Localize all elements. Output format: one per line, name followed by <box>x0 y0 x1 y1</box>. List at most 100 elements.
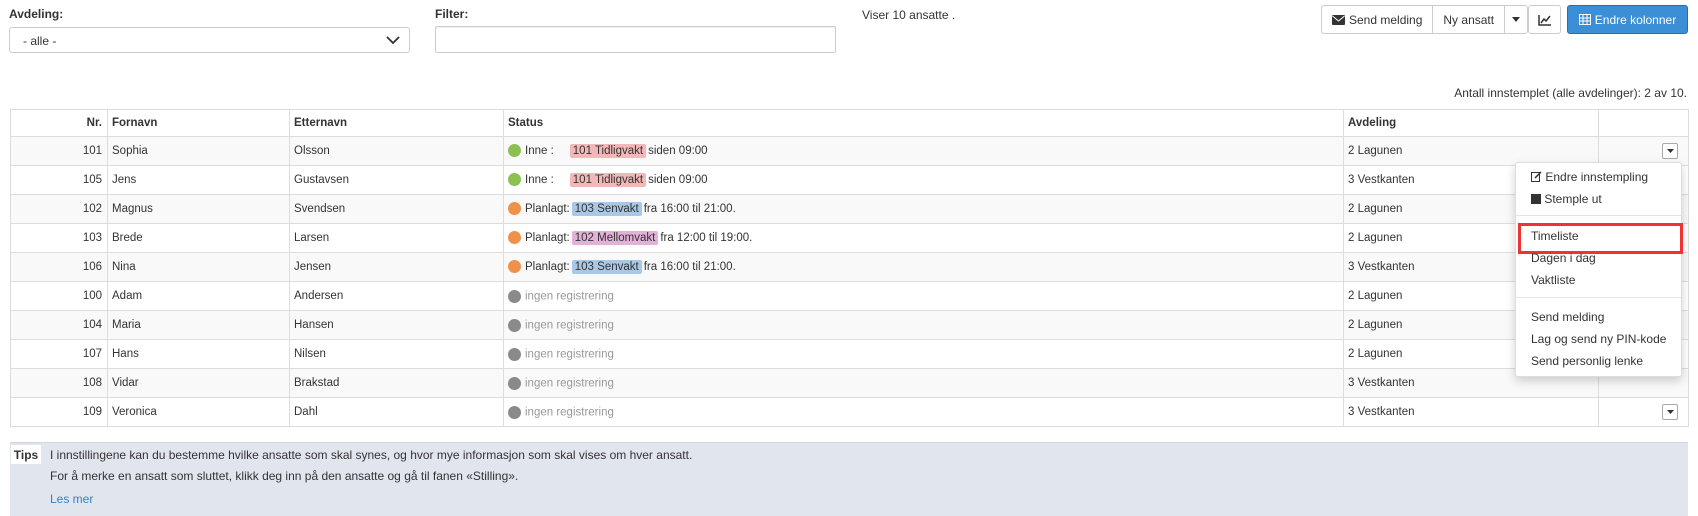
cell-fornavn: Jens <box>107 165 290 195</box>
table-row[interactable]: 104 Maria Hansen ingen registrering 2 Lagune… <box>10 310 1689 340</box>
cell-status: Inne : 101 Tidligvakt siden 09:00 <box>503 165 1344 195</box>
cell-fornavn: Hans <box>107 339 290 369</box>
tips-line-2: For å merke en ansatt som sluttet, klikk… <box>50 469 519 483</box>
status-label: ingen registrering <box>525 348 614 361</box>
cell-fornavn: Nina <box>107 252 290 282</box>
table-row[interactable]: 106 Nina Jensen Planlagt: 103 Senvakt fra 16:… <box>10 252 1689 282</box>
cell-etternavn: Andersen <box>289 281 504 311</box>
status-dot-icon <box>508 347 521 361</box>
menu-item-send-message[interactable]: Send melding <box>1531 310 1604 324</box>
cell-fornavn: Sophia <box>107 136 290 166</box>
status-detail: fra 16:00 til 21:00. <box>643 261 736 273</box>
cell-nr: 107 <box>10 339 108 369</box>
menu-item-send-pin[interactable]: Lag og send ny PIN-kode <box>1531 332 1666 346</box>
cell-status: ingen registrering <box>503 397 1344 427</box>
shift-badge: 101 Tidligvakt <box>569 173 647 187</box>
chart-button[interactable] <box>1528 5 1561 34</box>
read-more-link[interactable]: Les mer <box>50 492 93 506</box>
cell-status: ingen registrering <box>503 281 1344 311</box>
cell-nr: 106 <box>10 252 108 282</box>
cell-nr: 104 <box>10 310 108 340</box>
filter-label: Filter: <box>435 7 469 21</box>
col-header-avdeling[interactable]: Avdeling <box>1343 109 1599 137</box>
row-menu-toggle[interactable] <box>1662 404 1678 420</box>
status-detail: fra 16:00 til 21:00. <box>643 203 736 215</box>
status-detail: siden 09:00 <box>648 174 708 186</box>
menu-item-send-link[interactable]: Send personlig lenke <box>1531 354 1643 368</box>
col-header-status[interactable]: Status <box>503 109 1344 137</box>
cell-fornavn: Vidar <box>107 368 290 398</box>
table-row[interactable]: 102 Magnus Svendsen Planlagt: 103 Senvakt fra… <box>10 194 1689 224</box>
caret-down-icon <box>1666 149 1674 153</box>
cell-status: Inne : 101 Tidligvakt siden 09:00 <box>503 136 1344 166</box>
cell-fornavn: Veronica <box>107 397 290 427</box>
line-chart-icon <box>1537 14 1551 26</box>
tips-panel: Tips I innstillingene kan du bestemme hv… <box>10 442 1688 516</box>
table-row[interactable]: 103 Brede Larsen Planlagt: 102 Mellomvakt fra… <box>10 223 1689 253</box>
new-employee-label: Ny ansatt <box>1443 12 1495 27</box>
menu-item-today[interactable]: Dagen i dag <box>1531 251 1596 265</box>
table-row[interactable]: 105 Jens Gustavsen Inne : 101 Tidligvakt side… <box>10 165 1689 195</box>
table-row[interactable]: 107 Hans Nilsen ingen registrering 2 Lagunen <box>10 339 1689 369</box>
menu-item-timesheet[interactable]: Timeliste <box>1531 229 1579 243</box>
cell-etternavn: Jensen <box>289 252 504 282</box>
envelope-icon <box>1332 14 1345 25</box>
status-detail: fra 12:00 til 19:00. <box>660 232 753 244</box>
menu-item-edit-clockin[interactable]: Endre innstempling <box>1531 170 1648 184</box>
status-label: ingen registrering <box>525 377 614 390</box>
col-header-actions <box>1598 109 1689 137</box>
clocked-in-summary: Antall innstemplet (alle avdelinger): 2 … <box>1454 86 1687 100</box>
status-dot-icon <box>508 231 521 245</box>
employee-count-text: Viser 10 ansatte . <box>862 8 956 22</box>
tips-line-1: I innstillingene kan du bestemme hvilke … <box>50 448 693 462</box>
cell-nr: 109 <box>10 397 108 427</box>
employee-table: Nr. Fornavn Etternavn Status Avdeling 10… <box>10 109 1689 427</box>
table-icon <box>1578 14 1591 25</box>
cell-fornavn: Brede <box>107 223 290 253</box>
cell-fornavn: Adam <box>107 281 290 311</box>
filter-input[interactable] <box>435 26 836 53</box>
cell-status: ingen registrering <box>503 368 1344 398</box>
status-dot-icon <box>508 202 521 216</box>
tips-tag: Tips <box>11 445 41 464</box>
avdeling-select[interactable]: - alle - <box>9 27 410 53</box>
col-header-nr[interactable]: Nr. <box>10 109 108 137</box>
stop-icon <box>1531 194 1541 204</box>
new-employee-button[interactable]: Ny ansatt <box>1433 6 1506 33</box>
col-header-fornavn[interactable]: Fornavn <box>107 109 290 137</box>
menu-item-clock-out[interactable]: Stemple ut <box>1531 192 1602 206</box>
status-label: ingen registrering <box>525 406 614 419</box>
cell-etternavn: Dahl <box>289 397 504 427</box>
col-header-etternavn[interactable]: Etternavn <box>289 109 504 137</box>
change-columns-button[interactable]: Endre kolonner <box>1567 5 1688 34</box>
cell-nr: 100 <box>10 281 108 311</box>
status-dot-icon <box>508 289 521 303</box>
menu-item-edit-clockin-label: Endre innstempling <box>1545 170 1649 184</box>
cell-etternavn: Svendsen <box>289 194 504 224</box>
table-row[interactable]: 101 Sophia Olsson Inne : 101 Tidligvakt siden… <box>10 136 1689 166</box>
menu-item-clock-out-label: Stemple ut <box>1544 192 1602 206</box>
new-employee-dropdown-button[interactable] <box>1505 6 1527 33</box>
cell-etternavn: Brakstad <box>289 368 504 398</box>
status-label: Inne : <box>525 145 554 157</box>
table-header-row: Nr. Fornavn Etternavn Status Avdeling <box>10 109 1689 137</box>
row-menu-toggle[interactable] <box>1662 143 1678 159</box>
cell-etternavn: Gustavsen <box>289 165 504 195</box>
cell-status: ingen registrering <box>503 339 1344 369</box>
table-row[interactable]: 109 Veronica Dahl ingen registrering 3 Vestk… <box>10 397 1689 427</box>
menu-divider <box>1516 215 1681 216</box>
status-label: Planlagt: <box>525 232 570 244</box>
send-message-button[interactable]: Send melding <box>1322 6 1434 33</box>
avdeling-select-value: - alle - <box>23 34 57 48</box>
table-row[interactable]: 100 Adam Andersen ingen registrering 2 Lagun… <box>10 281 1689 311</box>
send-message-label: Send melding <box>1349 12 1423 27</box>
cell-nr: 103 <box>10 223 108 253</box>
cell-nr: 102 <box>10 194 108 224</box>
cell-nr: 101 <box>10 136 108 166</box>
cell-fornavn: Maria <box>107 310 290 340</box>
menu-item-shift-list[interactable]: Vaktliste <box>1531 273 1575 287</box>
status-dot-icon <box>508 260 521 274</box>
table-row[interactable]: 108 Vidar Brakstad ingen registrering 3 Vest… <box>10 368 1689 398</box>
avdeling-label: Avdeling: <box>9 7 64 21</box>
shift-badge: 102 Mellomvakt <box>571 231 659 245</box>
